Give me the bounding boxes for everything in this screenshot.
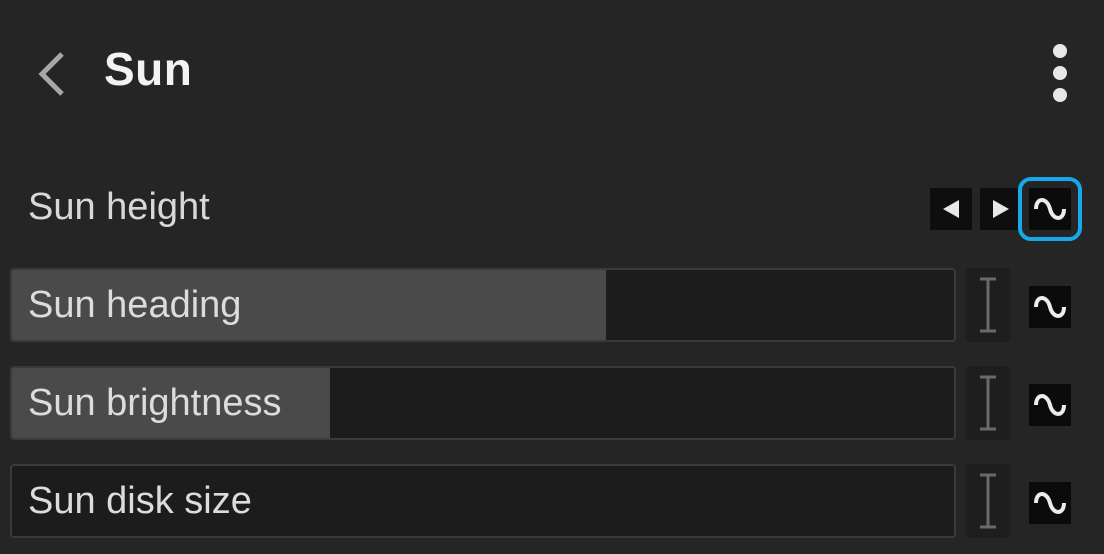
sun-brightness-slider[interactable]: Sun brightness: [10, 366, 956, 440]
sun-heading-text-edit-handle[interactable]: [966, 268, 1010, 342]
wave-icon: [1034, 198, 1066, 220]
sun-heading-slider[interactable]: Sun heading: [10, 268, 956, 342]
more-vertical-icon-dot: [1053, 66, 1067, 80]
sun-panel: Sun Sun height Sun heading Sun brightnes…: [0, 0, 1104, 554]
page-title: Sun: [104, 43, 193, 95]
sun-disk-size-text-edit-handle[interactable]: [966, 464, 1010, 538]
property-label-sun-height: Sun height: [28, 186, 210, 228]
text-cursor-icon: [980, 277, 996, 333]
animate-sun-height-button[interactable]: [1018, 177, 1082, 241]
chevron-left-icon: [38, 52, 64, 96]
previous-keyframe-button[interactable]: [930, 188, 972, 230]
text-cursor-icon: [980, 473, 996, 529]
sun-brightness-text-edit-handle[interactable]: [966, 366, 1010, 440]
triangle-right-icon: [993, 200, 1009, 218]
panel-header: Sun: [0, 0, 1104, 140]
animate-sun-heading-button[interactable]: [1029, 286, 1071, 328]
more-options-button[interactable]: [1036, 40, 1084, 106]
more-vertical-icon: [1053, 44, 1067, 58]
triangle-left-icon: [943, 200, 959, 218]
animate-sun-disk-size-button[interactable]: [1029, 482, 1071, 524]
slider-label: Sun brightness: [28, 381, 282, 424]
next-keyframe-button[interactable]: [980, 188, 1022, 230]
wave-icon: [1034, 296, 1066, 318]
slider-label: Sun disk size: [28, 479, 252, 522]
slider-label: Sun heading: [28, 283, 242, 326]
animate-sun-brightness-button[interactable]: [1029, 384, 1071, 426]
sun-disk-size-slider[interactable]: Sun disk size: [10, 464, 956, 538]
wave-icon: [1034, 492, 1066, 514]
text-cursor-icon: [980, 375, 996, 431]
more-vertical-icon-dot: [1053, 88, 1067, 102]
wave-icon: [1034, 394, 1066, 416]
back-button[interactable]: [24, 44, 80, 104]
